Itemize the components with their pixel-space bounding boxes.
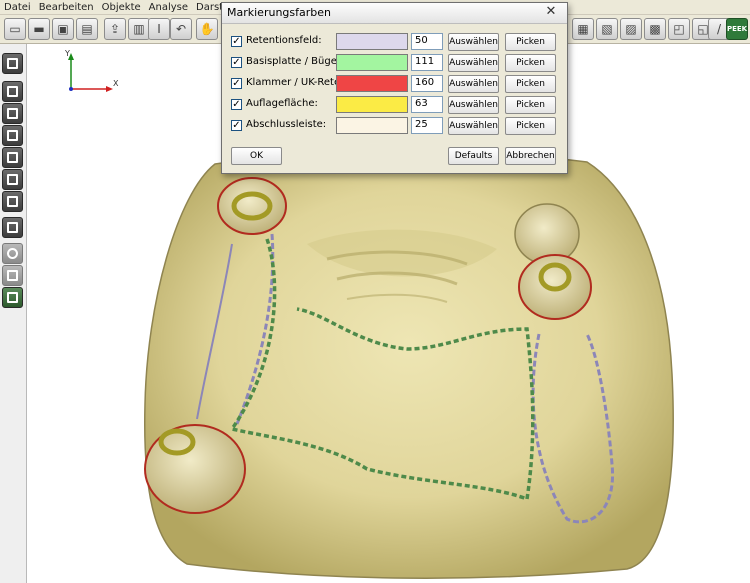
defaults-button[interactable]: Defaults	[448, 147, 499, 165]
pick-color-button[interactable]: Picken	[505, 33, 556, 51]
dialog-title-bar: Markierungsfarben ✕	[222, 3, 567, 24]
menu-analysis[interactable]: Analyse	[145, 2, 192, 13]
checkbox-finish-line[interactable]: ✓	[231, 120, 242, 131]
menu-edit[interactable]: Bearbeiten	[35, 2, 98, 13]
import-icon[interactable]: ⇪	[104, 18, 126, 40]
view-front-icon[interactable]	[2, 81, 23, 102]
tool-5-icon[interactable]: ◰	[668, 18, 690, 40]
cancel-button[interactable]: Abbrechen	[505, 147, 556, 165]
checkbox-rest-surface[interactable]: ✓	[231, 99, 242, 110]
dental-cast-model	[143, 151, 674, 579]
eye-icon[interactable]	[2, 243, 23, 264]
text-tool-icon[interactable]: I	[148, 18, 170, 40]
select-color-button[interactable]: Auswählen	[448, 75, 499, 93]
color-row-base-plate: ✓ Basisplatte / Bügelprofil 111 Auswähle…	[222, 53, 567, 73]
export-icon[interactable]: ▥	[128, 18, 150, 40]
row-label: Retentionsfeld:	[246, 35, 322, 46]
axis-y-label: Y	[64, 49, 70, 58]
pick-color-button[interactable]: Picken	[505, 117, 556, 135]
cross-section-icon[interactable]	[2, 265, 23, 286]
color-row-retention: ✓ Retentionsfeld: 50 Auswählen Picken	[222, 32, 567, 52]
color-row-rest-surface: ✓ Auflagefläche: 63 Auswählen Picken	[222, 95, 567, 115]
tool-2-icon[interactable]: ▧	[596, 18, 618, 40]
view-iso-icon[interactable]	[2, 217, 23, 238]
menu-objects[interactable]: Objekte	[98, 2, 145, 13]
axis-gizmo: Y X	[64, 49, 119, 92]
checkbox-base-plate[interactable]: ✓	[231, 57, 242, 68]
row-label: Auflagefläche:	[246, 98, 318, 109]
open-folder-icon[interactable]: ▬	[28, 18, 50, 40]
color-value-field[interactable]: 111	[411, 54, 443, 71]
tool-4-icon[interactable]: ▩	[644, 18, 666, 40]
select-color-button[interactable]: Auswählen	[448, 54, 499, 72]
pick-color-button[interactable]: Picken	[505, 54, 556, 72]
color-value-field[interactable]: 63	[411, 96, 443, 113]
color-swatch	[336, 75, 408, 92]
select-color-button[interactable]: Auswählen	[448, 96, 499, 114]
axis-x-label: X	[113, 79, 119, 88]
save-icon[interactable]: ▣	[52, 18, 74, 40]
color-row-clasp: ✓ Klammer / UK-Retention: 160 Auswählen …	[222, 74, 567, 94]
select-color-button[interactable]: Auswählen	[448, 117, 499, 135]
color-swatch	[336, 54, 408, 71]
color-value-field[interactable]: 50	[411, 33, 443, 50]
grid-icon[interactable]	[2, 287, 23, 308]
view-right-icon[interactable]	[2, 147, 23, 168]
fit-view-icon[interactable]	[2, 53, 23, 74]
row-label: Abschlussleiste:	[246, 119, 327, 130]
ok-button[interactable]: OK	[231, 147, 282, 165]
view-bottom-icon[interactable]	[2, 191, 23, 212]
color-value-field[interactable]: 160	[411, 75, 443, 92]
view-left-icon[interactable]	[2, 125, 23, 146]
hand-tool-icon[interactable]: ✋	[196, 18, 218, 40]
peek-button[interactable]: PEEK	[726, 18, 748, 40]
tool-1-icon[interactable]: ▦	[572, 18, 594, 40]
view-toolbar	[0, 44, 27, 583]
pick-color-button[interactable]: Picken	[505, 96, 556, 114]
view-top-icon[interactable]	[2, 169, 23, 190]
color-row-finish-line: ✓ Abschlussleiste: 25 Auswählen Picken	[222, 116, 567, 136]
color-swatch	[336, 117, 408, 134]
view-back-icon[interactable]	[2, 103, 23, 124]
color-swatch	[336, 33, 408, 50]
marking-colors-dialog: Markierungsfarben ✕ ✓ Retentionsfeld: 50…	[221, 2, 568, 174]
menu-file[interactable]: Datei	[0, 2, 35, 13]
save-as-icon[interactable]: ▤	[76, 18, 98, 40]
undo-icon[interactable]: ↶	[170, 18, 192, 40]
select-color-button[interactable]: Auswählen	[448, 33, 499, 51]
dialog-title: Markierungsfarben	[227, 6, 331, 19]
new-file-icon[interactable]: ▭	[4, 18, 26, 40]
pick-color-button[interactable]: Picken	[505, 75, 556, 93]
color-swatch	[336, 96, 408, 113]
tool-3-icon[interactable]: ▨	[620, 18, 642, 40]
close-icon[interactable]: ✕	[543, 4, 559, 20]
color-value-field[interactable]: 25	[411, 117, 443, 134]
checkbox-retention[interactable]: ✓	[231, 36, 242, 47]
checkbox-clasp[interactable]: ✓	[231, 78, 242, 89]
